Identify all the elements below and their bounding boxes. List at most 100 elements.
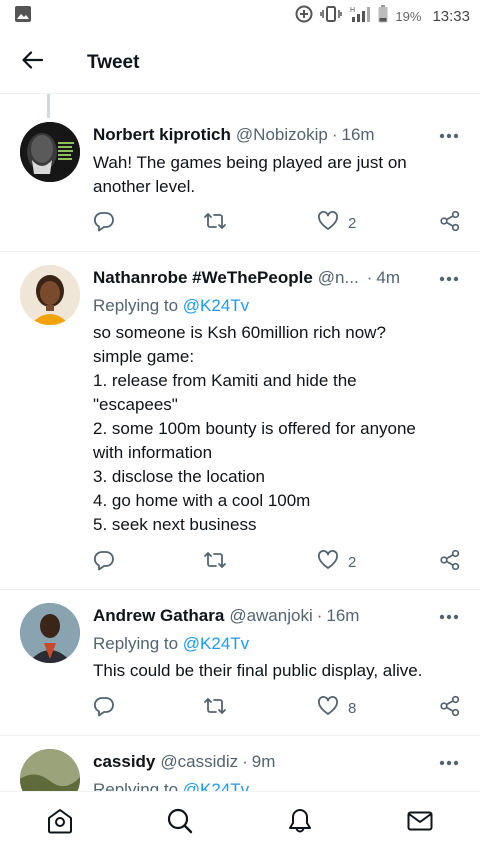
- tweet-text-line: Wah! The games being played are just on: [93, 153, 407, 172]
- tweet-actions: 8: [93, 693, 463, 723]
- tweet-text-line: "escapees": [93, 395, 178, 414]
- retweet-button[interactable]: [203, 208, 227, 238]
- user-handle[interactable]: @n...: [318, 268, 359, 288]
- tweet-text-line: 4. go home with a cool 100m: [93, 491, 311, 510]
- replying-to-label: Replying to: [93, 634, 179, 653]
- status-bar: H 19% 13:33: [0, 0, 480, 32]
- mention-link[interactable]: @K24Tv: [183, 296, 249, 315]
- svg-text:H: H: [350, 7, 355, 14]
- replying-to-label: Replying to: [93, 296, 179, 315]
- mention-link[interactable]: @K24Tv: [183, 634, 249, 653]
- timestamp[interactable]: 16m: [326, 606, 359, 626]
- like-button[interactable]: 2: [317, 208, 356, 238]
- display-name[interactable]: Andrew Gathara: [93, 606, 224, 626]
- mail-icon: [406, 807, 434, 840]
- retweet-button[interactable]: [203, 547, 227, 577]
- separator-dot: ·: [331, 125, 338, 144]
- top-app-bar: Tweet: [0, 32, 480, 94]
- signal-icon: H: [349, 5, 371, 27]
- separator-dot: ·: [242, 752, 248, 771]
- tweet-text-line: This could be their final public display…: [93, 661, 423, 680]
- reply-button[interactable]: [93, 693, 115, 723]
- nav-messages[interactable]: [360, 792, 480, 854]
- more-options-button[interactable]: [438, 267, 460, 289]
- retweet-icon: [203, 210, 227, 236]
- user-handle[interactable]: @awanjoki: [229, 606, 312, 626]
- mention-link[interactable]: @K24Tv: [183, 780, 249, 791]
- user-handle[interactable]: @Nobizokip: [236, 125, 328, 145]
- display-name[interactable]: Nathanrobe #WeThePeople: [93, 268, 313, 288]
- avatar[interactable]: [20, 265, 80, 325]
- like-button[interactable]: 2: [317, 547, 356, 577]
- user-handle[interactable]: @cassidiz: [160, 752, 238, 772]
- share-icon: [439, 549, 461, 575]
- more-options-button[interactable]: [438, 605, 460, 627]
- timestamp[interactable]: 16m: [341, 125, 374, 145]
- reply-tweet[interactable]: Andrew Gathara @awanjoki · 16m Replying …: [0, 590, 480, 736]
- tweet-meta: Nathanrobe #WeThePeople @n... · 4m: [93, 267, 462, 289]
- bell-icon: [286, 807, 314, 840]
- timestamp[interactable]: 9m: [252, 752, 276, 772]
- nav-home[interactable]: [0, 792, 120, 854]
- reply-tweet[interactable]: Norbert kiprotich @Nobizokip · 16m Wah! …: [0, 94, 480, 252]
- tweet-text: This could be their final public display…: [93, 659, 462, 683]
- display-name[interactable]: cassidy: [93, 752, 155, 772]
- tweet-meta: Andrew Gathara @awanjoki · 16m: [93, 605, 462, 627]
- more-dots-icon: [439, 269, 459, 287]
- tweet-meta: Norbert kiprotich @Nobizokip · 16m: [93, 124, 462, 146]
- like-button[interactable]: 8: [317, 693, 356, 723]
- like-count: 2: [348, 214, 357, 232]
- search-icon: [166, 807, 194, 840]
- nav-notifications[interactable]: [240, 792, 360, 854]
- retweet-button[interactable]: [203, 693, 227, 723]
- share-icon: [439, 695, 461, 721]
- tweet-text-line: 5. seek next business: [93, 515, 257, 534]
- clock: 13:33: [432, 7, 470, 25]
- reply-icon: [93, 210, 115, 236]
- battery-percent: 19%: [395, 8, 422, 24]
- replying-to: Replying to @K24Tv: [93, 778, 462, 791]
- heart-icon: [317, 210, 339, 236]
- replying-to: Replying to @K24Tv: [93, 294, 462, 318]
- avatar[interactable]: [20, 122, 80, 182]
- timestamp[interactable]: 4m: [376, 268, 400, 288]
- tweet-text-line: with information: [93, 443, 213, 462]
- tweet-body: cassidy @cassidiz · 9m Replying to @K24T…: [93, 751, 462, 791]
- vibrate-icon: [320, 5, 343, 27]
- share-button[interactable]: [439, 693, 461, 723]
- more-options-button[interactable]: [438, 124, 460, 146]
- more-options-button[interactable]: [438, 751, 460, 773]
- replying-to: Replying to @K24Tv: [93, 632, 462, 656]
- reply-tweet[interactable]: Nathanrobe #WeThePeople @n... · 4m Reply…: [0, 252, 480, 590]
- tweet-meta: cassidy @cassidiz · 9m: [93, 751, 462, 773]
- share-button[interactable]: [439, 208, 461, 238]
- tweet-text-line: simple game:: [93, 347, 195, 366]
- display-name[interactable]: Norbert kiprotich: [93, 125, 231, 145]
- more-dots-icon: [439, 126, 459, 144]
- replies-feed[interactable]: Norbert kiprotich @Nobizokip · 16m Wah! …: [0, 94, 480, 791]
- heart-icon: [317, 549, 339, 575]
- reply-tweet[interactable]: cassidy @cassidiz · 9m Replying to @K24T…: [0, 736, 480, 791]
- battery-icon: [378, 5, 388, 27]
- separator-dot: ·: [316, 606, 323, 625]
- avatar[interactable]: [20, 603, 80, 663]
- nav-search[interactable]: [120, 792, 240, 854]
- tweet-body: Norbert kiprotich @Nobizokip · 16m Wah! …: [93, 124, 462, 199]
- reply-button[interactable]: [93, 208, 115, 238]
- tweet-actions: 2: [93, 208, 463, 238]
- reply-button[interactable]: [93, 547, 115, 577]
- arrow-left-icon: [21, 51, 44, 74]
- tweet-text-line: another level.: [93, 177, 196, 196]
- back-button[interactable]: [0, 32, 64, 94]
- tweet-text: Wah! The games being played are just on …: [93, 151, 462, 199]
- share-button[interactable]: [439, 547, 461, 577]
- tweet-actions: 2: [93, 547, 463, 577]
- separator-dot: ·: [366, 268, 373, 287]
- gallery-icon: [14, 5, 32, 27]
- tweet-body: Nathanrobe #WeThePeople @n... · 4m Reply…: [93, 267, 462, 537]
- heart-icon: [317, 695, 339, 721]
- retweet-icon: [203, 549, 227, 575]
- tweet-text-line: 2. some 100m bounty is offered for anyon…: [93, 419, 416, 438]
- home-icon: [46, 807, 74, 840]
- avatar[interactable]: [20, 749, 80, 791]
